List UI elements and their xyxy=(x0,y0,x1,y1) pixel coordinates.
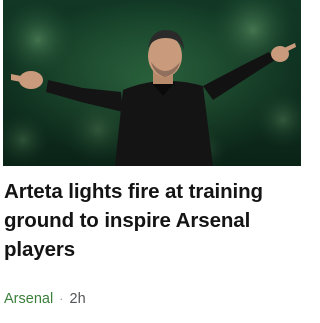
published-time: 2h xyxy=(69,291,86,307)
topic-link[interactable]: Arsenal xyxy=(4,291,53,307)
article-thumbnail[interactable] xyxy=(3,0,301,166)
article-headline[interactable]: Arteta lights fire at training ground to… xyxy=(4,177,302,264)
meta-separator: · xyxy=(59,291,64,306)
article-card[interactable]: Arteta lights fire at training ground to… xyxy=(0,0,304,323)
article-meta: Arsenal · 2h xyxy=(4,289,86,309)
article-image xyxy=(3,0,301,166)
